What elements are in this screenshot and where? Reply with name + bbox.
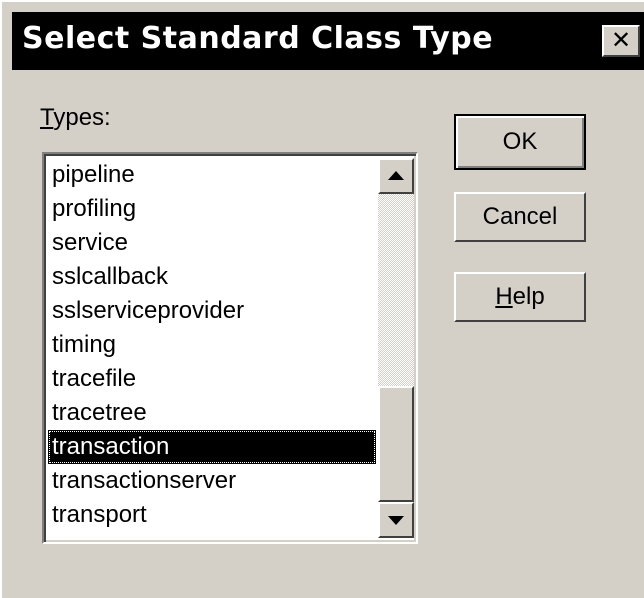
list-item[interactable]: transactionserver xyxy=(48,464,376,498)
list-item[interactable]: profiling xyxy=(48,192,376,226)
scroll-up-button[interactable] xyxy=(378,158,414,194)
arrow-up-icon xyxy=(388,171,404,180)
ok-button[interactable]: OK xyxy=(454,114,586,170)
list-item[interactable]: pipeline xyxy=(48,158,376,192)
types-list: pipeline profiling service sslcallback s… xyxy=(48,158,376,532)
types-label-rest: ypes: xyxy=(53,104,111,131)
help-button[interactable]: Help xyxy=(454,272,586,322)
types-listbox[interactable]: pipeline profiling service sslcallback s… xyxy=(42,152,418,544)
list-item[interactable]: timing xyxy=(48,328,376,362)
types-label: Types: xyxy=(40,104,111,132)
close-button[interactable]: ✕ xyxy=(602,25,640,57)
list-item-selected[interactable]: transaction xyxy=(48,430,376,464)
vertical-scrollbar[interactable] xyxy=(378,158,414,538)
arrow-down-icon xyxy=(388,516,404,525)
list-item[interactable]: transport xyxy=(48,498,376,532)
list-item[interactable]: sslcallback xyxy=(48,260,376,294)
select-class-type-dialog: Select Standard Class Type ✕ Types: pipe… xyxy=(0,0,644,598)
help-mnemonic: H xyxy=(495,283,513,310)
list-item[interactable]: tracetree xyxy=(48,396,376,430)
help-label-rest: elp xyxy=(512,283,545,310)
dialog-title: Select Standard Class Type xyxy=(22,21,494,56)
types-label-mnemonic: T xyxy=(40,104,54,131)
scroll-thumb[interactable] xyxy=(378,386,414,502)
scroll-down-button[interactable] xyxy=(378,502,414,538)
list-item[interactable]: tracefile xyxy=(48,362,376,396)
close-icon: ✕ xyxy=(610,26,632,54)
list-item[interactable]: sslserviceprovider xyxy=(48,294,376,328)
cancel-button[interactable]: Cancel xyxy=(454,192,586,242)
list-item[interactable]: service xyxy=(48,226,376,260)
title-bar[interactable]: Select Standard Class Type ✕ xyxy=(12,12,644,70)
